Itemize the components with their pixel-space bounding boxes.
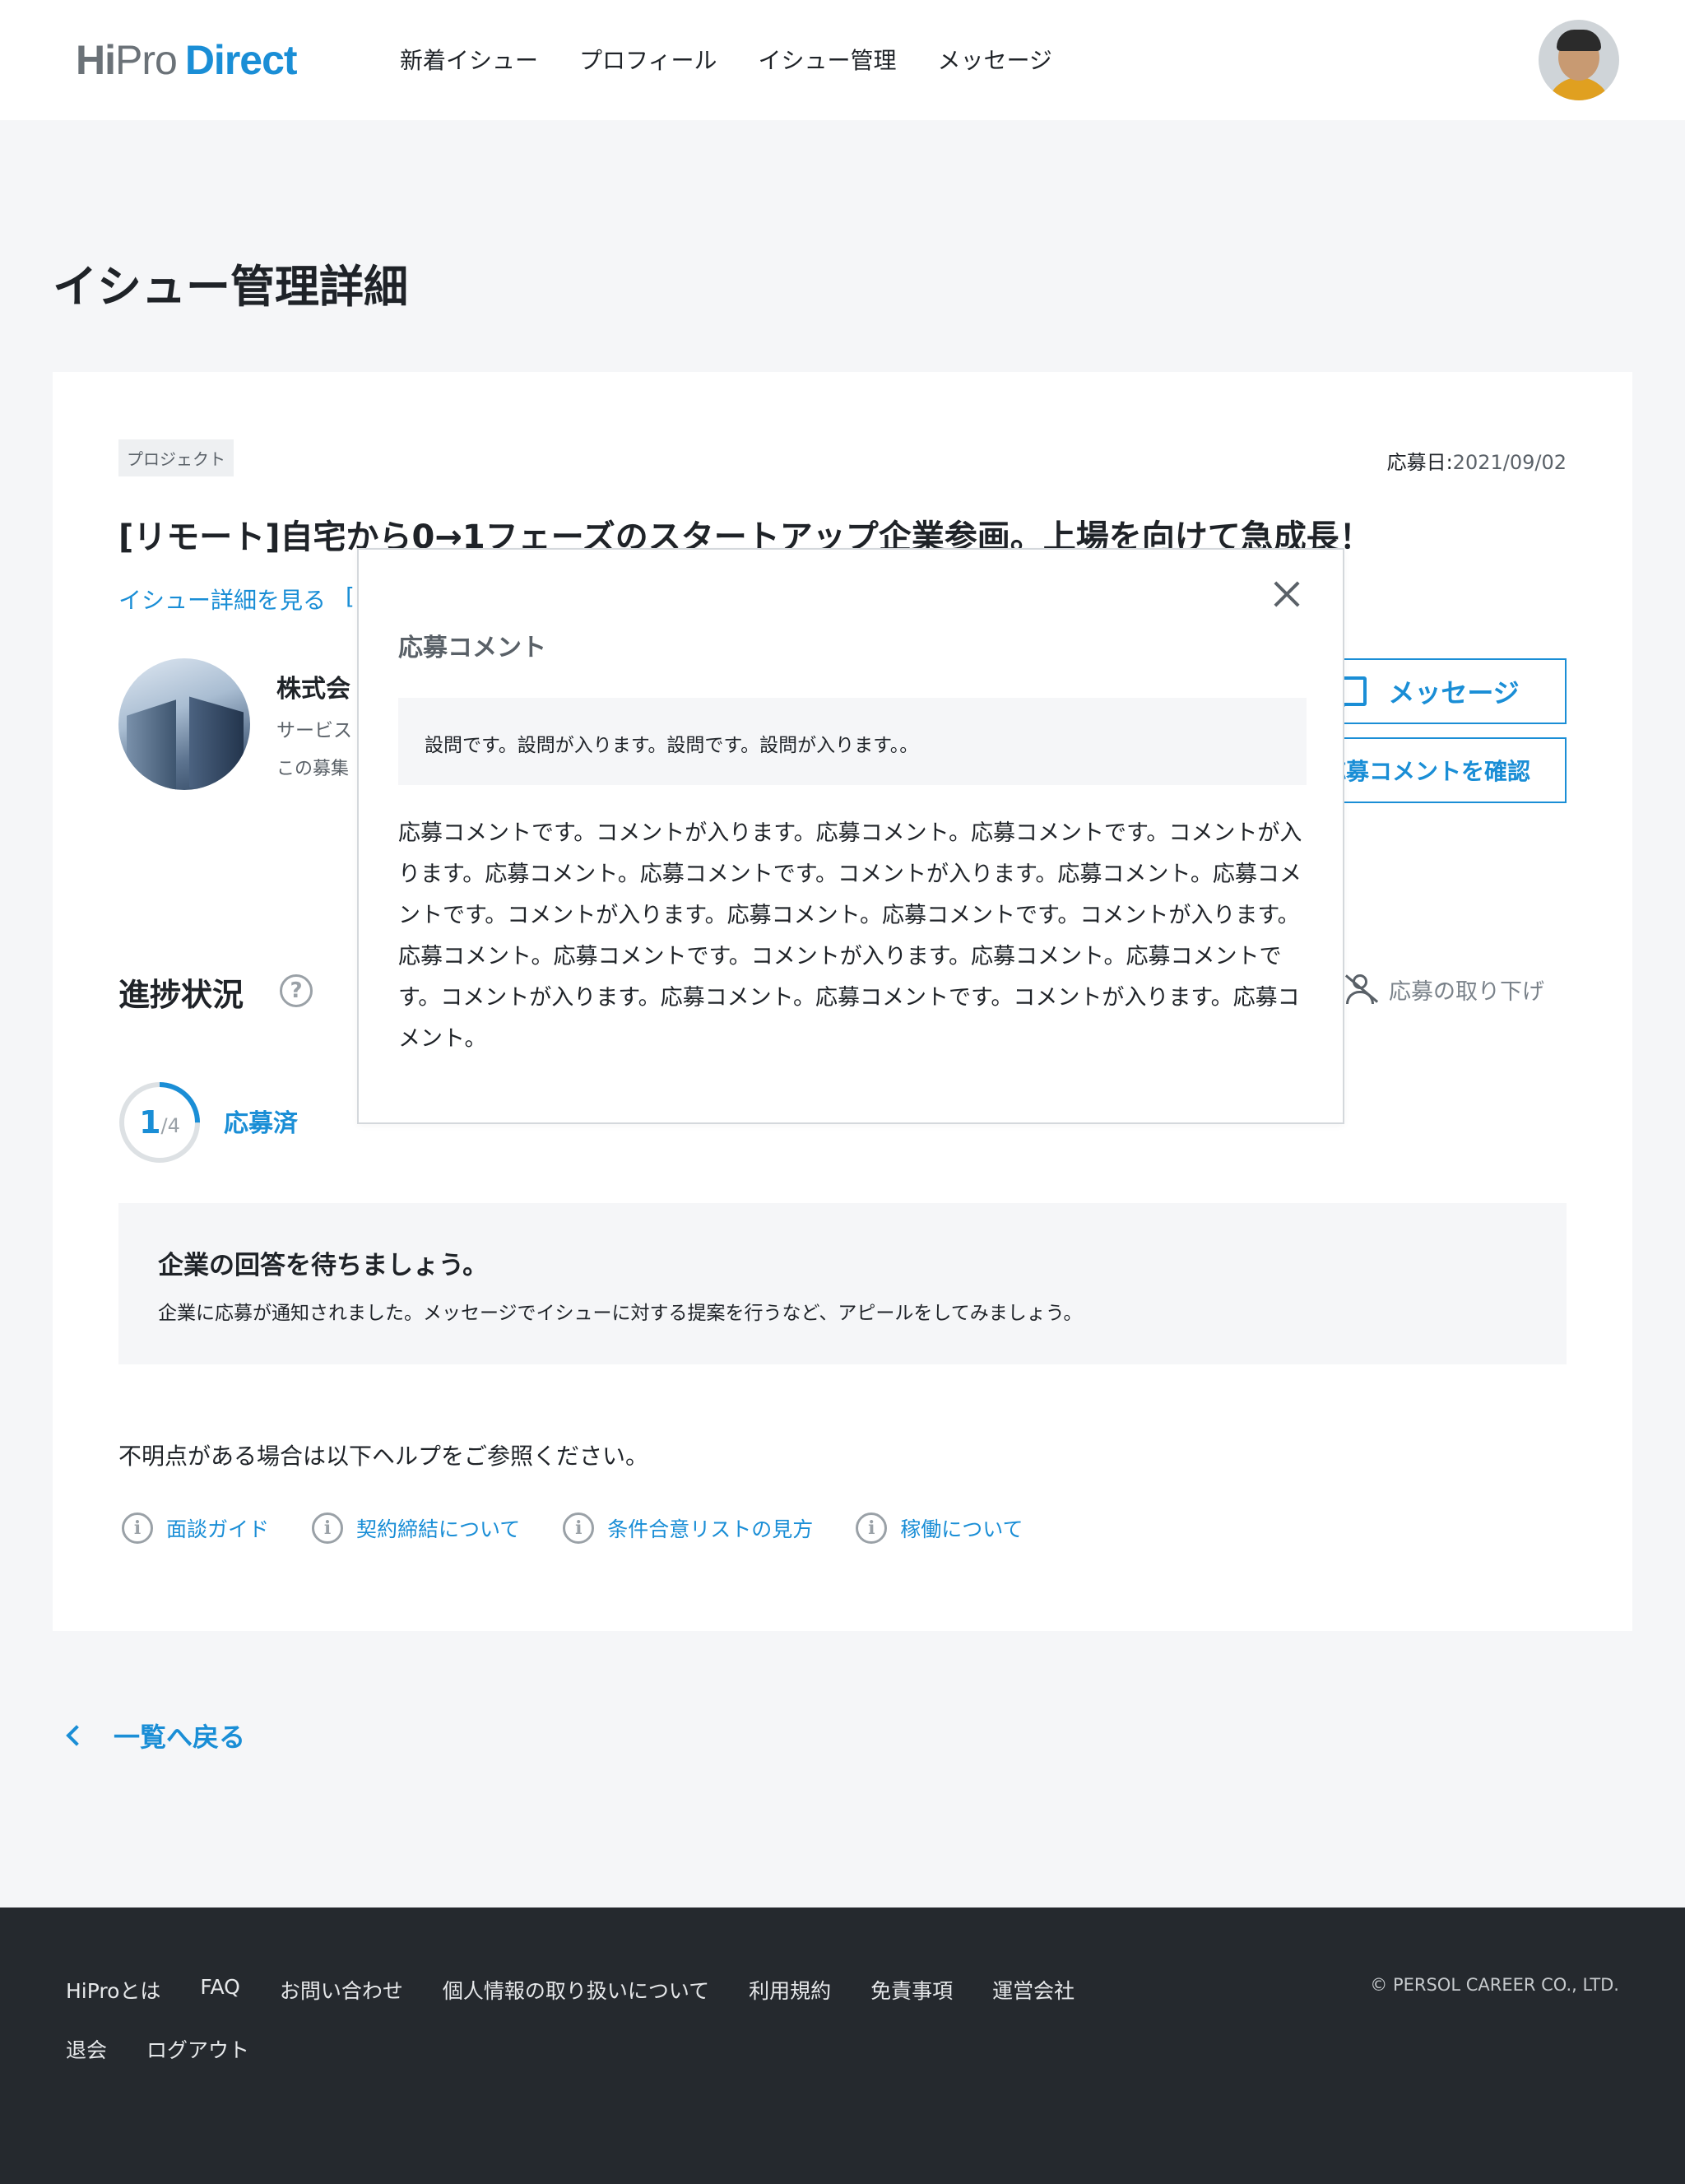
footer-link-terms[interactable]: 利用規約 (749, 1975, 831, 2005)
footer-link-about[interactable]: HiProとは (66, 1975, 160, 2005)
progress-total: /4 (160, 1114, 180, 1137)
company-service: サービス (276, 720, 352, 741)
progress-current: 1 (139, 1104, 161, 1141)
status-info-body: 企業に応募が通知されました。メッセージでイシューに対する提案を行うなど、アピール… (158, 1303, 1083, 1324)
building-right (189, 696, 244, 790)
info-icon: i (122, 1513, 153, 1544)
close-icon[interactable] (1270, 578, 1303, 611)
footer-links-row1: HiProとは FAQ お問い合わせ 個人情報の取り扱いについて 利用規約 免責… (66, 1975, 1075, 2005)
footer-link-company[interactable]: 運営会社 (992, 1975, 1075, 2005)
status-info-box: 企業の回答を待ちましょう。 企業に応募が通知されました。メッセージでイシューに対… (118, 1203, 1567, 1364)
building-left (127, 699, 176, 790)
question-box: 設問です。設問が入ります。設問です。設問が入ります。。 (398, 698, 1307, 785)
info-icon: i (563, 1513, 595, 1544)
progress-count: 1/4 (118, 1081, 201, 1164)
apply-date: 応募日:2021/09/02 (1387, 446, 1567, 475)
back-to-list-label: 一覧へ戻る (114, 1722, 246, 1753)
nav-issue-management[interactable]: イシュー管理 (758, 43, 896, 76)
copyright: © PERSOL CAREER CO., LTD. (1370, 1975, 1619, 1995)
apply-date-value: 2021/09/02 (1452, 451, 1567, 474)
footer-link-contact[interactable]: お問い合わせ (280, 1975, 403, 2005)
remove-person-icon (1343, 973, 1379, 1006)
question-text: 設問です。設問が入ります。設問です。設問が入ります。。 (425, 735, 919, 756)
footer-link-unsubscribe[interactable]: 退会 (66, 2034, 107, 2064)
page-title: イシュー管理詳細 (53, 261, 408, 313)
progress-title: 進捗状況 (118, 977, 244, 1013)
help-link-contract[interactable]: i 契約締結について (312, 1513, 520, 1544)
company-name: 株式会 (276, 675, 350, 704)
help-link-interview-guide[interactable]: i 面談ガイド (122, 1513, 269, 1544)
avatar-shirt (1547, 77, 1611, 100)
company-note: この募集 (276, 759, 350, 779)
nav-messages[interactable]: メッセージ (937, 43, 1051, 76)
status-label: 応募済 (224, 1109, 298, 1138)
site-footer: HiProとは FAQ お問い合わせ 個人情報の取り扱いについて 利用規約 免責… (0, 1908, 1685, 2184)
category-tag: プロジェクト (118, 439, 234, 476)
footer-link-faq[interactable]: FAQ (200, 1975, 239, 2005)
footer-links-row2: 退会 ログアウト (66, 2034, 249, 2064)
info-icon: i (856, 1513, 888, 1544)
help-links: i 面談ガイド i 契約締結について i 条件合意リストの見方 i 稼働について (122, 1513, 1024, 1544)
withdraw-button[interactable]: 応募の取り下げ (1343, 973, 1544, 1006)
info-icon: i (312, 1513, 344, 1544)
modal-title: 応募コメント (398, 634, 546, 662)
comment-modal: 応募コメント 設問です。設問が入ります。設問です。設問が入ります。。 応募コメン… (357, 548, 1344, 1124)
question-mark-icon[interactable]: ? (280, 974, 313, 1007)
footer-link-disclaimer[interactable]: 免責事項 (870, 1975, 953, 2005)
help-link-operation[interactable]: i 稼働について (856, 1513, 1024, 1544)
footer-link-privacy[interactable]: 個人情報の取り扱いについて (443, 1975, 709, 2005)
nav-new-issues[interactable]: 新着イシュー (400, 43, 538, 76)
chevron-left-icon (66, 1725, 87, 1746)
help-text: 不明点がある場合は以下ヘルプをご参照ください。 (118, 1443, 649, 1470)
help-link-agreement-list[interactable]: i 条件合意リストの見方 (563, 1513, 813, 1544)
withdraw-label: 応募の取り下げ (1389, 978, 1544, 1005)
back-to-list-link[interactable]: 一覧へ戻る (63, 1717, 245, 1754)
hipro-direct-logo[interactable]: HiPro Direct (76, 36, 298, 84)
message-button-label: メッセージ (1388, 678, 1520, 708)
detail-bracket: [ (346, 583, 355, 610)
avatar-hair (1557, 30, 1601, 51)
issue-detail-link[interactable]: イシュー詳細を見る (118, 583, 326, 616)
footer-link-logout[interactable]: ログアウト (146, 2034, 249, 2064)
comment-text: 応募コメントです。コメントが入ります。応募コメント。応募コメントです。コメントが… (398, 820, 1302, 1052)
user-avatar[interactable] (1539, 20, 1619, 100)
apply-date-label: 応募日: (1386, 451, 1453, 474)
status-info-title: 企業の回答を待ちましょう。 (158, 1251, 489, 1280)
company-logo (118, 658, 250, 790)
site-header: HiPro Direct 新着イシュー プロフィール イシュー管理 メッセージ (0, 0, 1685, 120)
main-nav: 新着イシュー プロフィール イシュー管理 メッセージ (400, 43, 1052, 76)
nav-profile[interactable]: プロフィール (579, 43, 717, 76)
